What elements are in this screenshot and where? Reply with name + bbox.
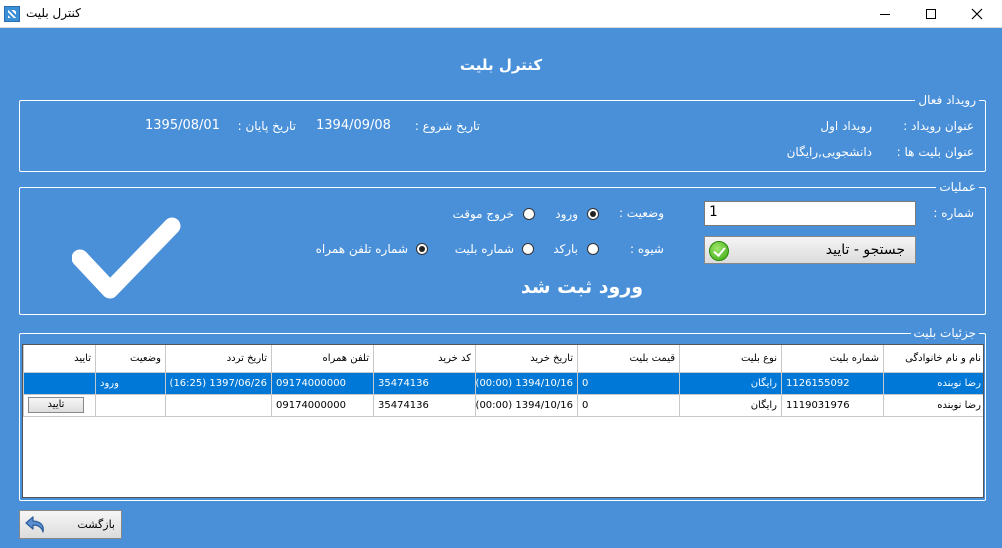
close-icon (971, 8, 983, 20)
cell-mobile: 09174000000 (271, 371, 374, 395)
column-header-ticket-type[interactable]: نوع بلیت (679, 345, 782, 373)
cell-ticket-price: 0 (577, 393, 680, 417)
status-radio-entry[interactable] (587, 208, 599, 220)
column-header-ticket-number[interactable]: شماره بلیت (781, 345, 884, 373)
ticket-details-table: نام و نام خانوادگی شماره بلیت نوع بلیت ق… (23, 345, 983, 417)
cell-purchase-date: 1394/10/16 (00:00) (475, 393, 578, 417)
ticket-details-grid[interactable]: نام و نام خانوادگی شماره بلیت نوع بلیت ق… (22, 344, 984, 498)
cell-ticket-type: رایگان (679, 393, 782, 417)
cell-traffic-date (165, 393, 272, 417)
operations-group-legend: عملیات (936, 180, 979, 194)
event-title-value: رویداد اول (820, 119, 872, 133)
cell-purchase-date: 1394/10/16 (00:00) (475, 371, 578, 395)
cell-confirm: تایید (23, 393, 96, 417)
column-header-purchase-code[interactable]: کد خرید (373, 345, 476, 373)
ticket-titles-label: عنوان بلیت ها : (896, 145, 974, 159)
end-date-label: تاریخ پایان : (237, 119, 296, 133)
cell-name: رضا نوبنده (883, 371, 983, 395)
status-label: وضعیت : (618, 206, 664, 220)
cell-ticket-number: 1119031976 (781, 393, 884, 417)
number-input[interactable]: 1 (704, 201, 916, 226)
method-radio-mobile[interactable] (416, 243, 428, 255)
back-button[interactable]: بازگشت (19, 510, 122, 539)
cell-ticket-type: رایگان (679, 371, 782, 395)
method-label: شیوه : (629, 242, 664, 256)
column-header-ticket-price[interactable]: قیمت بلیت (577, 345, 680, 373)
search-confirm-button[interactable]: جستجو - تایید (704, 236, 916, 264)
column-header-confirm[interactable]: تایید (23, 345, 96, 373)
status-radio-temp-exit[interactable] (523, 208, 535, 220)
cell-purchase-code: 35474136 (373, 393, 476, 417)
confirm-row-button[interactable]: تایید (28, 397, 84, 413)
start-date-value: 1394/09/08 (316, 118, 391, 133)
grid-header-row: نام و نام خانوادگی شماره بلیت نوع بلیت ق… (23, 345, 983, 373)
minimize-icon (880, 13, 890, 15)
status-radio-temp-exit-label: خروج موقت (452, 207, 514, 221)
back-arrow-icon (25, 516, 44, 533)
column-header-name[interactable]: نام و نام خانوادگی (883, 345, 983, 373)
cell-mobile: 09174000000 (271, 393, 374, 417)
window-title: کنترل بلیت (26, 6, 81, 20)
cell-purchase-code: 35474136 (373, 371, 476, 395)
app-icon (4, 6, 20, 22)
method-radio-barcode-label: بارکد (553, 242, 578, 256)
details-group-legend: جزئیات بلیت (910, 326, 979, 340)
event-title-label: عنوان رویداد : (903, 119, 974, 133)
start-date-label: تاریخ شروع : (414, 119, 480, 133)
column-header-traffic-date[interactable]: تاریخ تردد (165, 345, 272, 373)
method-radio-barcode[interactable] (587, 243, 599, 255)
event-group: رویداد فعال (19, 93, 986, 172)
method-radio-ticket-number[interactable] (522, 243, 534, 255)
end-date-value: 1395/08/01 (145, 118, 220, 133)
cell-ticket-price: 0 (577, 371, 680, 395)
cell-name: رضا نوبنده (883, 393, 983, 417)
column-header-mobile[interactable]: تلفن همراه (271, 345, 374, 373)
maximize-icon (926, 9, 936, 19)
cell-traffic-date: 1397/06/26 (16:25) (165, 371, 272, 395)
table-row[interactable]: رضا نوبنده 1126155092 رایگان 0 1394/10/1… (23, 371, 983, 395)
cell-status: ورود (95, 371, 166, 395)
status-radio-entry-label: ورود (555, 207, 578, 221)
maximize-button[interactable] (908, 0, 954, 28)
table-row[interactable]: رضا نوبنده 1119031976 رایگان 0 1394/10/1… (23, 393, 983, 417)
title-bar: کنترل بلیت (0, 0, 1002, 28)
ticket-titles-value: دانشجویی,رایگان (786, 145, 872, 159)
result-status-text: ورود ثبت شد (520, 276, 644, 298)
cell-status (95, 393, 166, 417)
method-radio-ticket-number-label: شماره بلیت (454, 242, 514, 256)
minimize-button[interactable] (862, 0, 908, 28)
page-title: کنترل بلیت (459, 56, 543, 74)
number-label: شماره : (933, 206, 974, 220)
check-icon (72, 217, 181, 299)
ok-icon (709, 241, 729, 261)
event-group-legend: رویداد فعال (915, 93, 979, 107)
cell-confirm (23, 371, 96, 395)
close-button[interactable] (954, 0, 1000, 28)
cell-ticket-number: 1126155092 (781, 371, 884, 395)
search-confirm-label: جستجو - تایید (825, 242, 905, 258)
back-button-label: بازگشت (77, 518, 115, 531)
method-radio-mobile-label: شماره تلفن همراه (315, 242, 408, 256)
column-header-purchase-date[interactable]: تاریخ خرید (475, 345, 578, 373)
column-header-status[interactable]: وضعیت (95, 345, 166, 373)
